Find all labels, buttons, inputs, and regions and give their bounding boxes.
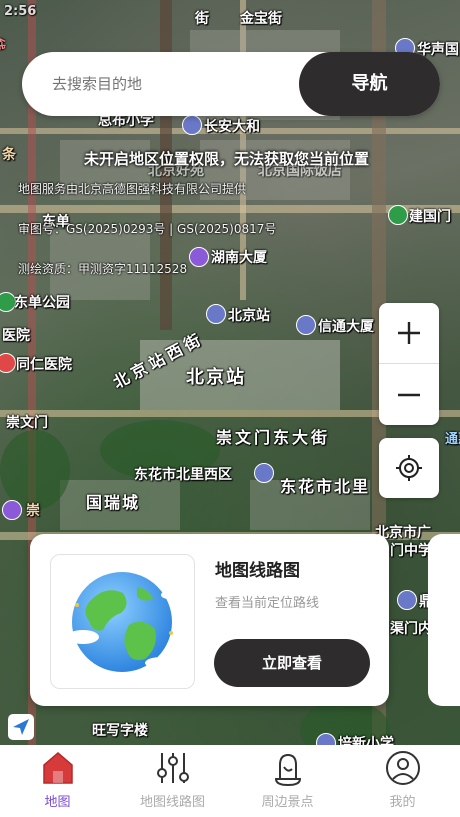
tab-profile[interactable]: 我的 (345, 745, 460, 817)
map-label: 国瑞城 (86, 493, 141, 512)
map-label: 信通大厦 (318, 319, 374, 335)
house-icon (43, 752, 73, 784)
navigate-button[interactable]: 导航 (299, 52, 440, 116)
globe-thumbnail (50, 554, 195, 689)
poi-icon[interactable] (254, 463, 274, 483)
map-label: 东单公园 (14, 295, 70, 311)
rail-icon[interactable] (206, 304, 226, 324)
view-now-button[interactable]: 立即查看 (214, 639, 370, 687)
map-label: 培新小学 (338, 736, 394, 745)
bell-pin-icon (274, 753, 302, 787)
tab-label: 周边景点 (261, 795, 314, 810)
tab-label: 地图 (44, 795, 71, 810)
map-label: 线 (0, 38, 8, 50)
user-icon (386, 751, 420, 785)
map-label: 通惠 (445, 432, 460, 447)
status-time: 2:56 (4, 4, 37, 19)
map-label: 同仁医院 (16, 357, 72, 373)
map-label: 崇 (26, 503, 40, 519)
zoom-in-button[interactable] (379, 303, 439, 363)
map-label: 崇文门 (6, 415, 48, 431)
route-map-card: 地图线路图 查看当前定位路线 立即查看 (30, 534, 389, 706)
hotel-icon[interactable] (189, 247, 209, 267)
map-label: 建国门 (409, 209, 451, 225)
map-label: 医院 (2, 328, 30, 344)
search-input[interactable] (52, 52, 312, 116)
map-credit: 测绘资质：甲测资字11112528 (18, 262, 188, 276)
map-label: 湖南大厦 (211, 250, 267, 266)
map-label: 旺写字楼 (92, 723, 148, 739)
zoom-controls (379, 303, 439, 425)
tab-nearby[interactable]: 周边景点 (230, 745, 345, 817)
target-icon (396, 455, 422, 481)
station-label: 北京站 (186, 367, 246, 388)
map-label: 北京站 (228, 308, 270, 324)
globe-icon (67, 572, 177, 672)
zoom-out-button[interactable] (379, 365, 439, 425)
poi-icon[interactable] (397, 590, 417, 610)
road-label: 崇文门东大街 (216, 428, 331, 447)
card-title: 地图线路图 (215, 561, 300, 581)
map-label: 街 (195, 11, 209, 27)
search-bar: 导航 (22, 52, 440, 116)
divider (379, 363, 439, 364)
map-label: 长安大和 (204, 119, 260, 135)
tab-route-map[interactable]: 地图线路图 (115, 745, 230, 817)
hospital-icon[interactable] (0, 353, 16, 373)
tab-map[interactable]: 地图 (0, 745, 115, 817)
bottom-tab-bar: 地图 地图线路图 周边景点 我的 (0, 745, 460, 817)
tab-label: 我的 (389, 795, 416, 810)
location-permission-notice: 未开启地区位置权限，无法获取您当前位置 (84, 150, 370, 168)
minus-icon (398, 393, 420, 397)
plus-icon (398, 322, 420, 344)
poi-icon[interactable] (182, 115, 202, 135)
map-label: 条 (2, 147, 16, 163)
map-label: 金宝街 (240, 11, 282, 27)
subway-icon[interactable] (388, 205, 408, 225)
locate-button[interactable] (379, 438, 439, 498)
map-label: 门中学 (390, 543, 432, 559)
poi-icon[interactable] (296, 315, 316, 335)
tab-label: 地图线路图 (139, 795, 205, 810)
sliders-icon (157, 753, 189, 783)
map-credit: 地图服务由北京高德图强科技有限公司提供 (18, 182, 247, 196)
card-subtitle: 查看当前定位路线 (215, 596, 320, 611)
compass-icon[interactable] (8, 714, 34, 740)
shop-icon[interactable] (2, 500, 22, 520)
map-label: 东花市北里 (280, 477, 371, 496)
map-credit: 审图号：GS(2025)0293号 | GS(2025)0817号 (18, 222, 277, 236)
map-label: 渠门内 (390, 621, 432, 637)
next-card-peek[interactable] (428, 534, 460, 706)
map-label: 东花市北里西区 (134, 467, 232, 483)
